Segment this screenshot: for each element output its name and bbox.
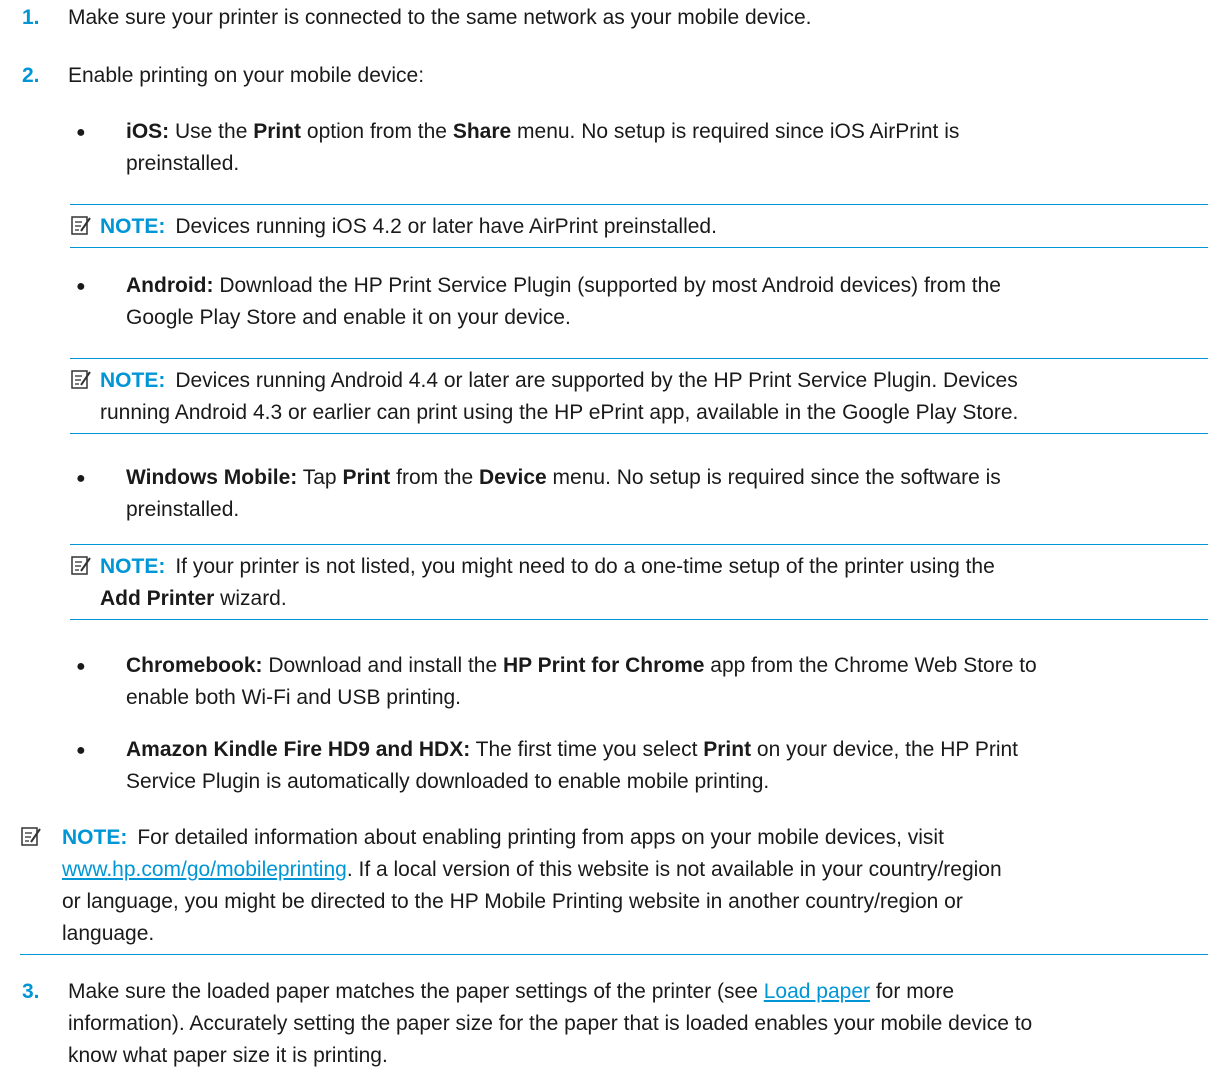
bullet-chromebook: ●: [76, 658, 86, 675]
item-chromebook-title: Chromebook:: [126, 654, 263, 677]
step-number-3: 3.: [22, 980, 40, 1003]
note-icon: [71, 370, 91, 389]
load-paper-link[interactable]: Load paper: [764, 980, 870, 1003]
note-general: NOTE: For detailed information about enab…: [20, 816, 1208, 955]
item-windows-title: Windows Mobile:: [126, 466, 298, 489]
note-icon: [71, 556, 91, 575]
item-android-title: Android:: [126, 274, 214, 297]
note-icon: [71, 216, 91, 235]
bullet-ios: ●: [76, 124, 86, 141]
step-2-text: Enable printing on your mobile device:: [68, 64, 425, 87]
item-ios: iOS: Use the Print option from the Share…: [126, 120, 960, 175]
note-android: NOTE: Devices running Android 4.4 or late…: [70, 358, 1208, 434]
note-general-text: For detailed information about enabling …: [137, 826, 944, 849]
note-android-text: Devices running Android 4.4 or later are…: [175, 369, 1018, 392]
bullet-windows: ●: [76, 470, 86, 487]
step-number-1: 1.: [22, 6, 40, 29]
note-icon: [21, 827, 41, 846]
bullet-kindle: ●: [76, 742, 86, 759]
mobileprinting-link[interactable]: www.hp.com/go/mobileprinting: [62, 858, 347, 881]
step-3-text: Make sure the loaded paper matches the p…: [68, 980, 1033, 1067]
note-label: NOTE:: [100, 369, 166, 392]
item-windows: Windows Mobile: Tap Print from the Devic…: [126, 466, 1001, 521]
item-kindle: Amazon Kindle Fire HD9 and HDX: The firs…: [126, 738, 1018, 793]
item-chromebook: Chromebook: Download and install the HP …: [126, 654, 1037, 709]
item-android: Android: Download the HP Print Service P…: [126, 274, 1001, 329]
note-ios-text: Devices running iOS 4.2 or later have Ai…: [175, 215, 717, 238]
item-kindle-title: Amazon Kindle Fire HD9 and HDX:: [126, 738, 471, 761]
step-1-text: Make sure your printer is connected to t…: [68, 6, 812, 29]
note-windows-text: If your printer is not listed, you might…: [175, 555, 995, 578]
note-label: NOTE:: [100, 555, 166, 578]
note-label: NOTE:: [62, 826, 128, 849]
note-label: NOTE:: [100, 215, 166, 238]
note-ios: NOTE: Devices running iOS 4.2 or later ha…: [70, 204, 1208, 248]
item-ios-title: iOS:: [126, 120, 170, 143]
note-windows: NOTE: If your printer is not listed, you …: [70, 544, 1208, 620]
step-number-2: 2.: [22, 64, 40, 87]
bullet-android: ●: [76, 278, 86, 295]
